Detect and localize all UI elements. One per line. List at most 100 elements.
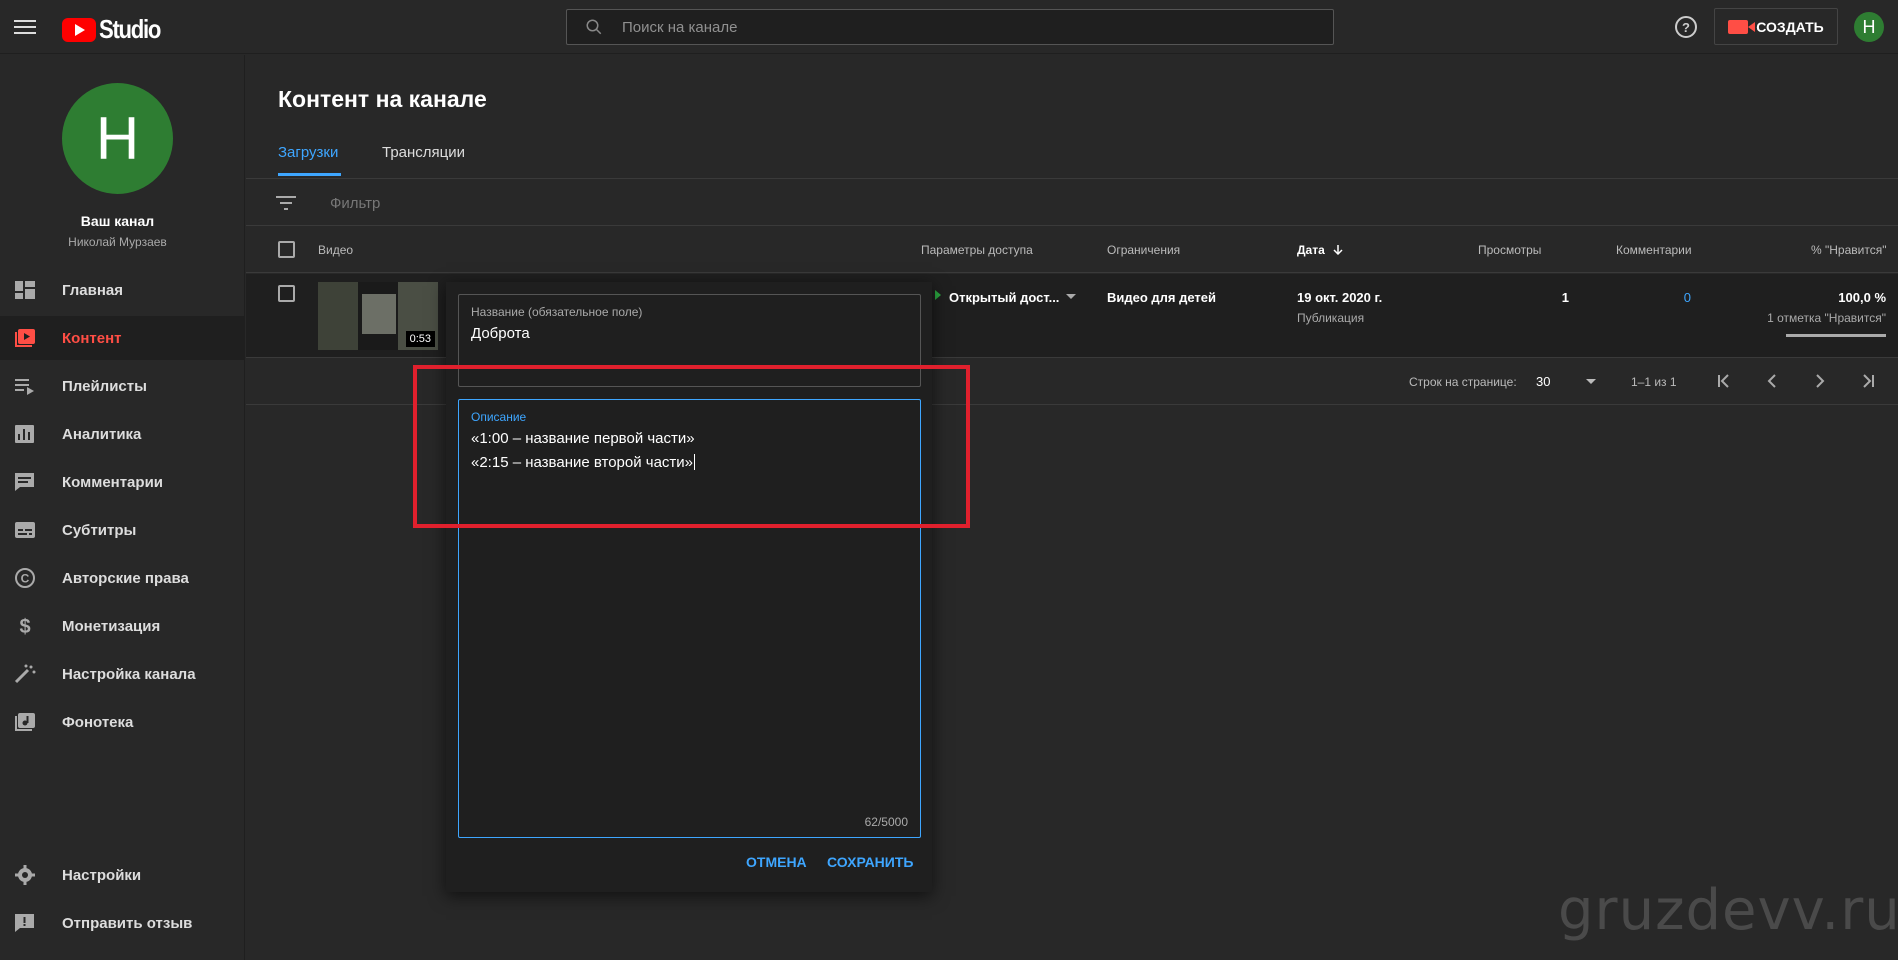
sidebar-item-label: Контент [62,329,122,347]
help-icon[interactable]: ? [1674,15,1698,39]
copyright-icon: C [15,568,35,588]
sidebar-item-label: Авторские права [62,569,189,587]
sidebar-item-analytics[interactable]: Аналитика [0,412,245,456]
column-date-label: Дата [1297,243,1325,257]
title-field-label: Название (обязательное поле) [471,305,643,319]
column-date[interactable]: Дата [1297,243,1344,257]
rows-per-page-label: Строк на странице: [1409,375,1517,389]
account-avatar[interactable]: Н [1854,12,1884,42]
sidebar-item-subtitles[interactable]: Субтитры [0,508,245,552]
column-comments: Комментарии [1616,243,1692,257]
column-visibility: Параметры доступа [921,243,1033,257]
cancel-button[interactable]: ОТМЕНА [746,854,807,870]
channel-title: Ваш канал [80,213,155,229]
sidebar-item-label: Главная [62,281,124,299]
column-restrictions: Ограничения [1107,243,1181,257]
search-icon [586,19,602,35]
sidebar-item-monetization[interactable]: $ Монетизация [0,604,245,648]
studio-logo[interactable]: Studio [62,14,171,45]
row-checkbox[interactable] [278,285,295,302]
column-views: Просмотры [1478,243,1542,257]
likes-ratio-bar [1786,334,1886,337]
description-field[interactable]: Описание «1:00 – название первой части» … [458,399,921,838]
video-camera-icon [1728,19,1756,34]
previous-page-icon[interactable] [1762,371,1782,391]
sidebar-item-label: Плейлисты [62,377,147,395]
search-box[interactable] [566,9,1334,45]
tab-live[interactable]: Трансляции [382,144,465,161]
column-likes: % "Нравится" [1811,243,1887,257]
dollar-icon: $ [19,616,30,636]
feedback-icon [15,914,34,932]
likes-count: 1 отметка "Нравится" [1767,311,1886,325]
sidebar-item-playlists[interactable]: Плейлисты [0,364,245,408]
next-page-icon[interactable] [1810,371,1830,391]
sidebar-item-label: Настройка канала [62,665,196,683]
sidebar-item-label: Монетизация [62,617,161,635]
sidebar-item-comments[interactable]: Комментарии [0,460,245,504]
text-caret [694,454,696,470]
sidebar-item-customization[interactable]: Настройка канала [0,652,245,696]
filter-icon[interactable] [276,196,296,210]
sidebar-item-dashboard[interactable]: Главная [0,268,245,312]
sidebar-item-copyright[interactable]: C Авторские права [0,556,245,600]
dashboard-icon [15,281,35,299]
svg-text:C: C [21,572,30,586]
sidebar-item-label: Комментарии [62,473,164,491]
inline-editor-dialog: Название (обязательное поле) Доброта Опи… [446,282,932,892]
search-input[interactable] [622,10,1322,44]
content-icon [15,329,35,347]
video-thumbnail[interactable]: 0:53 [318,282,438,350]
chevron-down-icon[interactable] [1586,379,1596,384]
title-field[interactable]: Название (обязательное поле) Доброта [458,294,921,387]
restrictions-value: Видео для детей [1107,290,1217,305]
first-page-icon[interactable] [1714,371,1734,391]
description-line[interactable]: «1:00 – название первой части» [471,430,695,447]
gear-icon [15,865,35,885]
audio-library-icon [15,713,35,731]
chevron-down-icon[interactable] [1066,294,1076,299]
save-button[interactable]: СОХРАНИТЬ [827,854,913,870]
page-range: 1–1 из 1 [1631,375,1677,389]
create-label: СОЗДАТЬ [1756,18,1824,35]
sidebar-item-settings[interactable]: Настройки [0,853,245,897]
channel-name: Николай Мурзаев [68,235,167,249]
tab-uploads[interactable]: Загрузки [278,144,338,161]
date-status: Публикация [1297,311,1365,325]
views-value: 1 [1561,290,1569,305]
sidebar-item-content[interactable]: Контент [0,316,245,360]
sidebar-item-feedback[interactable]: Отправить отзыв [0,901,245,945]
svg-text:?: ? [1682,20,1690,35]
likes-value: 100,0 % [1838,290,1886,305]
title-input[interactable]: Доброта [471,325,530,342]
filter-bar [246,178,1898,226]
column-video: Видео [318,243,354,257]
analytics-icon [15,425,34,443]
active-tab-indicator [278,173,341,176]
youtube-logo-icon [62,17,96,42]
menu-icon[interactable] [14,17,36,37]
rows-per-page-select[interactable]: 30 [1536,374,1550,389]
comments-value[interactable]: 0 [1641,290,1691,305]
last-page-icon[interactable] [1858,371,1878,391]
date-value: 19 окт. 2020 г. [1297,290,1383,305]
sidebar-item-label: Настройки [62,866,142,884]
sidebar-item-label: Фонотека [62,713,134,731]
comments-icon [15,473,34,491]
select-all-checkbox[interactable] [278,241,295,258]
video-duration: 0:53 [405,331,435,347]
filter-input[interactable] [330,191,730,215]
create-button[interactable]: СОЗДАТЬ [1714,8,1838,45]
magic-wand-icon [14,664,36,684]
public-visibility-icon [935,290,941,300]
description-line[interactable]: «2:15 – название второй части» [471,454,696,471]
subtitles-icon [15,522,35,538]
arrow-down-icon [1333,245,1343,256]
visibility-value[interactable]: Открытый дост... [949,290,1059,305]
sidebar-item-audio-library[interactable]: Фонотека [0,700,245,744]
logo-text: Studio [99,14,161,44]
description-field-label: Описание [471,410,527,424]
channel-avatar[interactable]: Н [62,83,173,194]
sidebar-item-label: Аналитика [62,425,142,443]
page-title: Контент на канале [278,86,487,112]
